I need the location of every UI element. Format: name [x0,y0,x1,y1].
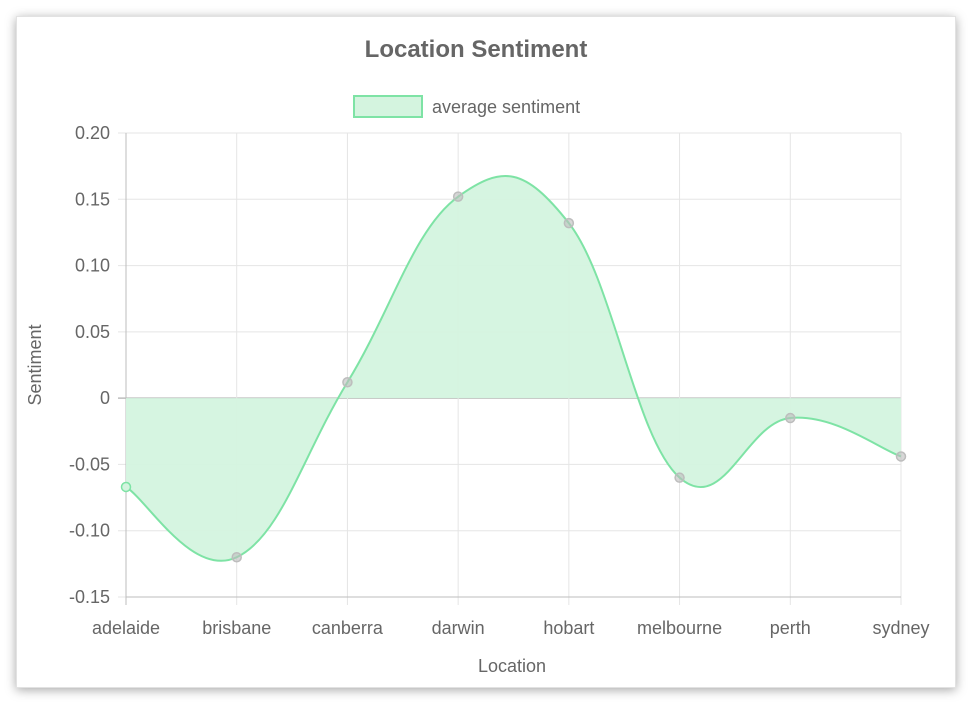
legend-label: average sentiment [432,97,580,117]
data-point-perth[interactable] [785,412,796,424]
data-point-hobart[interactable] [563,217,575,229]
legend: average sentiment [353,95,580,118]
x-tick-label: adelaide [92,618,160,638]
y-tick-label: -0.05 [69,454,110,474]
y-tick-label: 0.15 [75,189,110,209]
chart-title: Location Sentiment [365,36,588,63]
data-point-brisbane[interactable] [231,551,242,563]
x-tick-label: perth [770,618,811,638]
x-tick-label: hobart [543,618,594,638]
x-tick-label: melbourne [637,618,722,638]
y-tick-label: 0.20 [75,123,110,143]
y-axis-title: Sentiment [25,324,45,405]
y-tick-label: 0.05 [75,322,110,342]
x-tick-label: brisbane [202,618,271,638]
data-point-adelaide[interactable] [120,481,132,493]
data-point-sydney[interactable] [895,451,907,462]
x-tick-label: sydney [872,618,929,638]
y-tick-label: 0.10 [75,256,110,276]
x-tick-label: canberra [312,618,384,638]
y-tick-label: -0.15 [69,587,110,607]
y-tick-label: 0 [100,388,110,408]
data-point-melbourne[interactable] [674,472,685,483]
x-axis-title: Location [478,656,546,676]
x-tick-label: darwin [432,618,485,638]
x-axis-ticks: adelaide brisbane canberra darwin hobart melb… [92,618,930,638]
y-tick-label: -0.10 [69,521,110,541]
chart: Location Sentiment average sentiment 0.2… [25,36,930,676]
series-area [126,175,901,561]
data-point-canberra[interactable] [342,376,353,388]
y-axis-ticks: 0.20 0.15 0.10 0.05 0 -0.05 -0.10 -0.15 [69,123,110,607]
data-point-darwin[interactable] [452,191,464,202]
legend-swatch [353,95,423,118]
